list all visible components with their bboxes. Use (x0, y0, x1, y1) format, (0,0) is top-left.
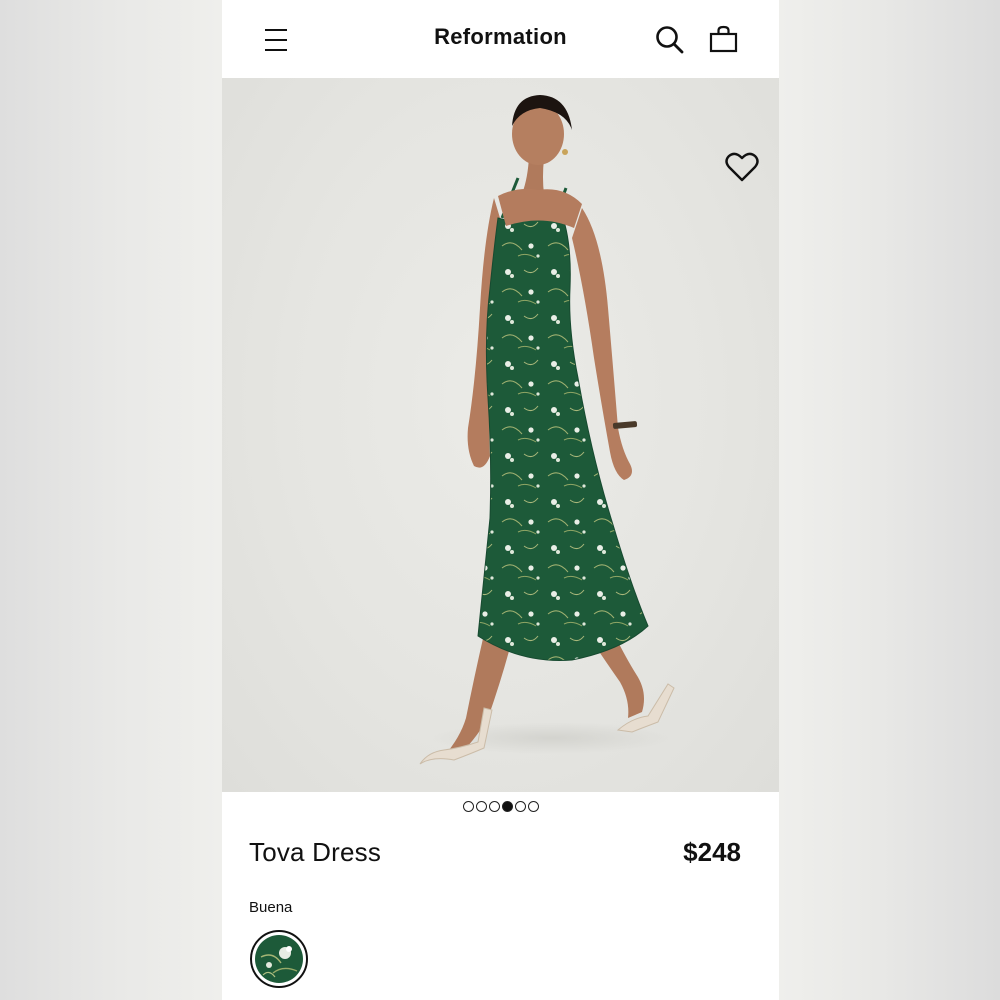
heart-icon (725, 152, 759, 182)
bag-icon (709, 25, 738, 53)
pagination-dot[interactable] (527, 801, 539, 812)
color-swatch-buena[interactable] (250, 930, 308, 988)
search-icon (656, 26, 684, 54)
swatch-pattern (255, 935, 303, 983)
color-name-label: Buena (249, 899, 293, 916)
gallery-pagination (222, 801, 779, 815)
favorite-button[interactable] (722, 150, 762, 186)
pagination-dot[interactable] (488, 801, 500, 812)
pagination-dot[interactable] (501, 801, 513, 812)
pagination-dot[interactable] (514, 801, 526, 812)
brand-logo[interactable]: Reformation (222, 24, 779, 50)
site-header: Reformation (222, 0, 779, 78)
pagination-dot[interactable] (475, 801, 487, 812)
product-image[interactable] (222, 78, 779, 792)
product-title: Tova Dress (249, 837, 382, 867)
pagination-dot[interactable] (462, 801, 474, 812)
search-button[interactable] (652, 22, 688, 58)
bag-button[interactable] (706, 22, 742, 58)
product-price: $248 (683, 837, 741, 867)
phone-screen: Reformation Tova Dress $248 Buena (222, 0, 779, 1000)
model-illustration (419, 95, 675, 765)
